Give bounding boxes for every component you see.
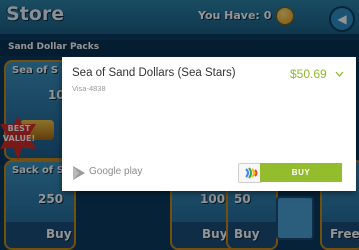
buy-button[interactable]: BUY — [260, 163, 342, 182]
price[interactable]: $50.69 — [290, 67, 327, 81]
chevron-down-icon[interactable] — [335, 71, 344, 77]
payment-method[interactable]: Visa-4838 — [72, 84, 106, 93]
item-title: Sea of Sand Dollars (Sea Stars) — [72, 67, 236, 79]
wallet-icon — [245, 167, 258, 179]
purchase-dialog: Sea of Sand Dollars (Sea Stars) Visa-483… — [62, 57, 356, 191]
wallet-button[interactable] — [238, 163, 262, 183]
google-play-label: Google play — [89, 166, 143, 177]
google-play-icon — [73, 166, 85, 180]
